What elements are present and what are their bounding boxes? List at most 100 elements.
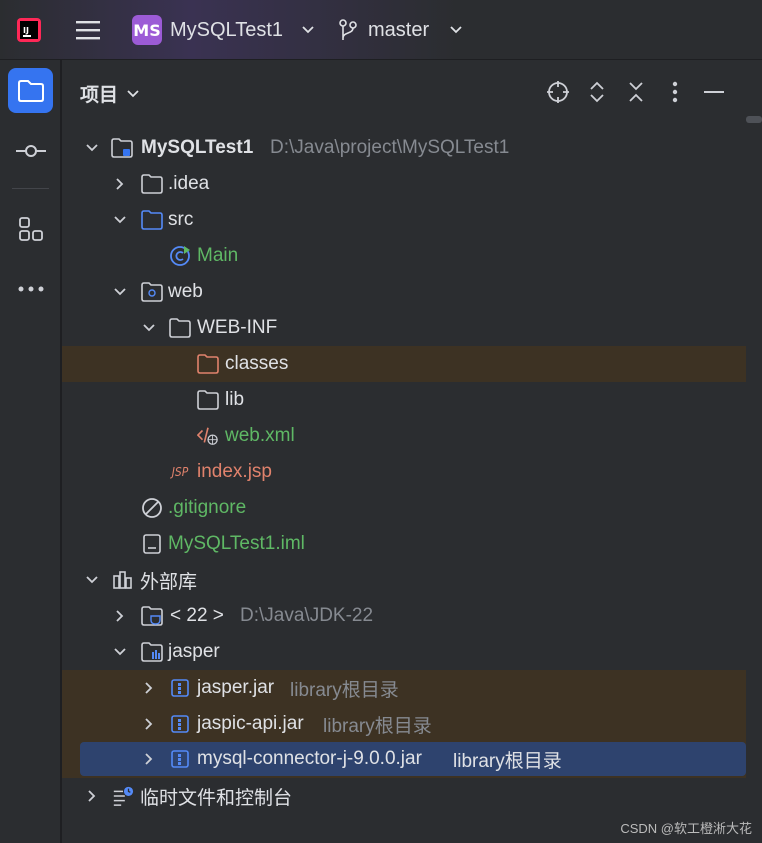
branch-switcher[interactable]: master	[338, 0, 463, 60]
watermark: CSDN @软工橙淅大花	[620, 821, 752, 836]
minimize-icon	[703, 91, 724, 93]
panel-title: 项目	[80, 85, 119, 106]
more-vertical-icon	[672, 81, 677, 103]
tree-label: lib	[225, 389, 245, 410]
tree-label: MySQLTest1.iml	[168, 533, 305, 554]
scratches-icon	[112, 785, 134, 807]
more-tools-button[interactable]	[8, 266, 53, 311]
project-tool-button[interactable]	[8, 68, 53, 113]
chevron-down-icon[interactable]	[111, 211, 129, 229]
tree-row-classes[interactable]: classes	[62, 346, 746, 382]
locate-file-button[interactable]	[545, 78, 570, 106]
tree-label: 临时文件和控制台	[140, 787, 293, 809]
chevron-right-icon[interactable]	[111, 175, 129, 193]
library-folder-icon	[141, 641, 163, 663]
hamburger-icon	[76, 21, 100, 40]
chevron-down-icon[interactable]	[111, 643, 129, 661]
excluded-folder-icon	[197, 353, 219, 375]
web-folder-icon	[141, 281, 163, 303]
jar-icon	[169, 748, 191, 770]
collapse-all-button[interactable]	[623, 78, 648, 106]
folder-icon	[17, 79, 44, 102]
folder-icon	[169, 317, 191, 339]
chevron-right-icon[interactable]	[140, 715, 158, 733]
tree-row-lib[interactable]: lib	[62, 382, 746, 418]
tree-label: 外部库	[140, 571, 198, 593]
module-file-icon	[141, 533, 163, 555]
commit-icon	[15, 144, 46, 157]
tree-row-scratches[interactable]: 临时文件和控制台	[62, 778, 746, 814]
collapse-all-icon	[628, 82, 643, 102]
crosshair-icon	[546, 81, 569, 103]
chevron-down-icon	[450, 26, 462, 34]
jar-name: mysql-connector-j-9.0.0.jar	[197, 748, 422, 769]
intellij-logo-icon[interactable]: IJ	[16, 0, 44, 60]
source-folder-icon	[141, 209, 163, 231]
structure-tool-button[interactable]	[8, 206, 53, 251]
structure-icon	[18, 216, 43, 241]
jar-icon	[169, 677, 191, 699]
tree-row-web[interactable]: web	[62, 274, 746, 310]
chevron-down-icon[interactable]	[83, 571, 101, 589]
library-icon	[112, 569, 134, 591]
panel-header: 项目	[62, 60, 762, 124]
tree-row-webinf[interactable]: WEB-INF	[62, 310, 746, 346]
tree-row-external-libraries[interactable]: 外部库	[62, 562, 746, 598]
tree-row-iml[interactable]: MySQLTest1.iml	[62, 526, 746, 562]
tree-row-jar-selected[interactable]: mysql-connector-j-9.0.0.jar library根目录	[80, 742, 746, 776]
svg-text:IJ: IJ	[23, 26, 29, 35]
tree-path: D:\Java\project\MySQLTest1	[270, 137, 510, 158]
git-branch-icon	[339, 19, 357, 40]
project-switcher[interactable]: MS MySQLTest1	[132, 0, 315, 60]
tree-label: .gitignore	[168, 497, 247, 518]
chevron-right-icon[interactable]	[83, 787, 101, 805]
jdk-folder-icon	[141, 605, 163, 627]
expand-all-button[interactable]	[584, 78, 609, 106]
tree-row-indexjsp[interactable]: JSP index.jsp	[62, 454, 746, 490]
java-class-icon	[169, 245, 191, 267]
tree-row-jar[interactable]: jaspic-api.jar library根目录	[62, 706, 746, 742]
jar-note: library根目录	[290, 679, 399, 701]
jar-name: jaspic-api.jar	[197, 713, 304, 734]
ignore-file-icon	[141, 497, 163, 519]
tree-row-jasper[interactable]: jasper	[62, 634, 746, 670]
chevron-right-icon[interactable]	[111, 607, 129, 625]
tree-label: jasper	[168, 641, 220, 662]
hide-panel-button[interactable]	[701, 78, 726, 106]
tree-row-idea[interactable]: .idea	[62, 166, 746, 202]
jar-note: library根目录	[453, 750, 562, 772]
chevron-down-icon	[127, 89, 139, 97]
tree-row-webxml[interactable]: web.xml	[62, 418, 746, 454]
more-horizontal-icon	[18, 286, 43, 291]
panel-title-dropdown[interactable]: 项目	[80, 80, 140, 107]
tool-window-bar	[0, 60, 61, 843]
tree-label: index.jsp	[197, 461, 272, 482]
tree-label: < 22 >	[170, 605, 224, 626]
chevron-down-icon[interactable]	[83, 139, 101, 157]
xml-file-icon	[197, 425, 219, 447]
jar-note: library根目录	[323, 715, 432, 737]
title-bar: IJ MS MySQLTest1 master	[0, 0, 762, 60]
jar-name: jasper.jar	[197, 677, 275, 698]
project-panel: 项目 MySQLTest1 D:\Java\project\MySQLTest1…	[62, 60, 762, 843]
toolbar-divider	[12, 188, 49, 189]
main-menu-button[interactable]	[74, 0, 104, 60]
tree-row-src[interactable]: src	[62, 202, 746, 238]
tree-label: .idea	[168, 173, 210, 194]
tree-row-jdk[interactable]: < 22 > D:\Java\JDK-22	[62, 598, 746, 634]
tree-row-main[interactable]: Main	[62, 238, 746, 274]
tree-label: web	[168, 281, 203, 302]
chevron-right-icon[interactable]	[140, 679, 158, 697]
chevron-down-icon[interactable]	[140, 319, 158, 337]
commit-tool-button[interactable]	[8, 128, 53, 173]
folder-icon	[141, 173, 163, 195]
tree-row-gitignore[interactable]: .gitignore	[62, 490, 746, 526]
module-folder-icon	[111, 137, 133, 159]
options-button[interactable]	[662, 78, 687, 106]
tree-path: D:\Java\JDK-22	[240, 605, 374, 626]
chevron-down-icon[interactable]	[111, 283, 129, 301]
chevron-right-icon[interactable]	[140, 750, 158, 768]
tree-row-root[interactable]: MySQLTest1 D:\Java\project\MySQLTest1	[62, 130, 746, 166]
tree-row-jar[interactable]: jasper.jar library根目录	[62, 670, 746, 706]
scrollbar-thumb[interactable]	[746, 116, 762, 123]
